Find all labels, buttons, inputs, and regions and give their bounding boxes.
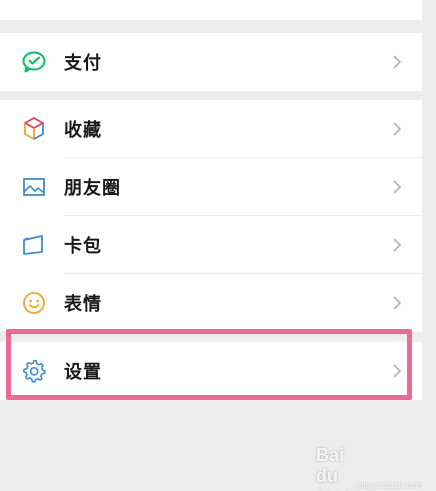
watermark-subtext: jingyan.baidu.com <box>357 480 422 490</box>
chevron-right-icon <box>393 122 402 136</box>
menu-item-label: 卡包 <box>64 236 102 256</box>
chevron-right-icon <box>393 55 402 69</box>
card-icon <box>23 235 43 255</box>
menu-item-label: 朋友圈 <box>64 178 121 198</box>
menu-item-label: 表情 <box>64 294 102 314</box>
image-icon <box>23 178 45 196</box>
watermark-text: Bai du 经验 <box>316 445 345 486</box>
wechat-pay-icon <box>22 51 46 73</box>
menu-item-label: 支付 <box>64 53 102 73</box>
features-group: 收藏 朋友圈 卡包 表情 <box>0 100 422 332</box>
menu-item-pay[interactable]: 支付 <box>0 33 422 91</box>
chevron-right-icon <box>393 238 402 252</box>
menu-item-favorites[interactable]: 收藏 <box>0 100 422 158</box>
highlight-box <box>6 329 412 400</box>
profile-section-edge <box>0 0 422 20</box>
chevron-right-icon <box>393 296 402 310</box>
smiley-icon <box>23 292 45 314</box>
me-menu-screen: 支付 收藏 朋友圈 卡包 表情 设置 Bai du jingyan.baidu.… <box>0 0 422 491</box>
menu-item-stickers[interactable]: 表情 <box>0 274 422 332</box>
chevron-right-icon <box>393 180 402 194</box>
menu-item-cards[interactable]: 卡包 <box>0 216 422 274</box>
cube-icon <box>24 117 44 140</box>
watermark: Bai du 经验 jingyan.baidu.com <box>316 445 422 491</box>
menu-item-label: 收藏 <box>64 120 102 140</box>
menu-item-moments[interactable]: 朋友圈 <box>0 158 422 216</box>
pay-group: 支付 <box>0 33 422 91</box>
